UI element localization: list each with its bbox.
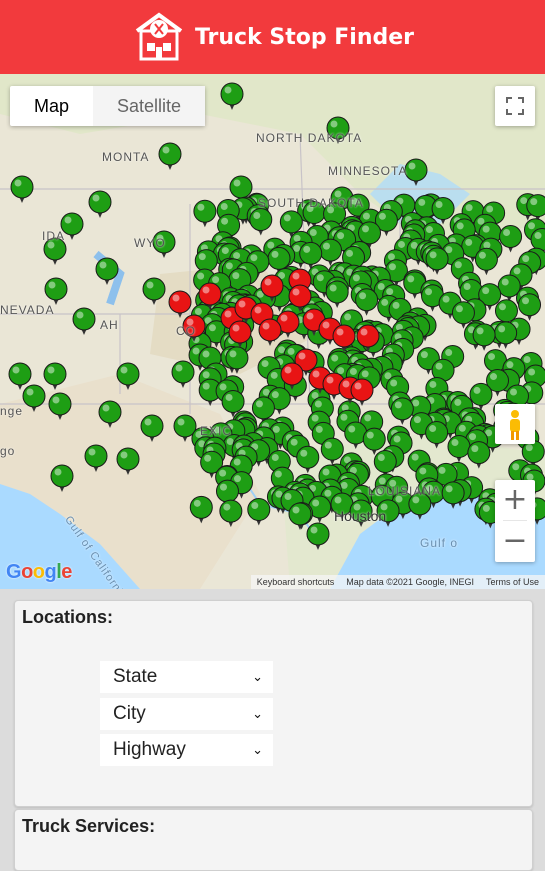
map-type-control: Map Satellite [10,86,206,126]
map-marker-icon[interactable] [158,142,182,170]
map-marker-icon[interactable] [247,498,271,526]
map-marker-icon[interactable] [8,362,32,390]
map-marker-icon[interactable] [142,277,166,305]
label-nevada: NEVADA [0,303,55,317]
label-colorado: CO [176,324,196,338]
map-marker-icon[interactable] [355,288,379,316]
terms-of-use-link[interactable]: Terms of Use [480,575,545,589]
map-marker-icon[interactable] [116,362,140,390]
map-marker-icon[interactable] [526,194,545,222]
map-data-text: Map data ©2021 Google, INEGI [346,577,474,587]
zoom-in-button[interactable]: + [495,480,535,520]
pegman-icon [510,410,520,440]
label-idaho: IDA [42,229,66,243]
label-north-dakota: NORTH DAKOTA [256,131,363,145]
label-houston: Houston [334,508,387,524]
map-marker-icon[interactable] [225,346,249,374]
map-marker-icon[interactable] [189,495,213,524]
map-marker-icon[interactable] [306,522,330,550]
fullscreen-icon [506,97,524,115]
map-marker-icon[interactable] [72,307,96,335]
locations-title: Locations: [22,607,114,627]
map-marker-icon[interactable] [296,445,320,474]
markers-layer [8,82,545,550]
map-marker-icon[interactable] [43,362,67,390]
map-marker-icon[interactable] [404,158,428,186]
map-marker-icon[interactable] [116,447,140,475]
label-montana: MONTA [102,150,150,164]
app-title: Truck Stop Finder [194,24,415,50]
map-marker-icon[interactable] [220,82,244,110]
label-gulf: Gulf o [420,536,459,550]
label-south-dakota: SOUTH DAKOTA [258,196,364,210]
label-wyoming: WYO [134,236,166,250]
locations-panel: Locations: State ⌄ City ⌄ Highway ⌄ [14,600,533,807]
map-marker-icon[interactable] [10,175,34,203]
map-marker-icon[interactable] [193,199,217,228]
truck-services-panel: Truck Services: [14,809,533,871]
map-marker-icon[interactable] [288,502,312,530]
street-view-button[interactable] [495,404,535,444]
map-marker-icon[interactable] [390,397,414,425]
map-marker-icon[interactable] [425,247,449,275]
chevron-down-icon: ⌄ [252,669,263,684]
fullscreen-button[interactable] [495,86,535,126]
truck-stop-logo-icon [135,12,183,61]
map-marker-icon[interactable] [258,318,282,346]
map-marker-icon[interactable] [22,384,46,412]
highway-select-value: Highway [113,739,186,760]
map-marker-icon[interactable] [44,277,68,305]
map-marker-icon[interactable] [219,499,243,528]
map-type-map-button[interactable]: Map [10,86,93,126]
chevron-down-icon: ⌄ [252,706,263,721]
label-arizona: nge [0,404,24,418]
zoom-control: + − [495,480,535,562]
map-marker-icon[interactable] [168,290,192,318]
city-select[interactable]: City ⌄ [100,698,273,730]
city-select-value: City [113,703,146,724]
map-marker-icon[interactable] [320,437,344,466]
zoom-out-button[interactable]: − [495,521,535,561]
map-marker-icon[interactable] [140,414,164,442]
label-utah: AH [100,318,119,332]
map-marker-icon[interactable] [325,280,349,308]
keyboard-shortcuts-link[interactable]: Keyboard shortcuts [251,575,341,589]
map-marker-icon[interactable] [467,441,491,469]
map-marker-icon[interactable] [88,190,112,218]
google-logo[interactable]: Google [6,561,72,584]
map-marker-icon[interactable] [48,392,72,420]
map-marker-icon[interactable] [95,257,119,285]
state-select-value: State [113,666,158,687]
label-diego: go [0,444,16,458]
map-marker-icon[interactable] [249,208,273,236]
map-marker-icon[interactable] [425,421,449,449]
truck-services-title: Truck Services: [22,816,156,836]
chevron-down-icon: ⌄ [252,742,263,757]
label-mexico: EXIC [200,424,233,438]
app-header: Truck Stop Finder [0,0,545,74]
map-attribution: Keyboard shortcuts Map data ©2021 Google… [250,575,545,589]
map-marker-icon[interactable] [474,247,498,276]
map-marker-icon[interactable] [98,400,122,428]
state-select[interactable]: State ⌄ [100,661,273,693]
map-marker-icon[interactable] [50,464,74,492]
label-minnesota: MINNESOTA [328,164,408,178]
highway-select[interactable]: Highway ⌄ [100,734,273,766]
map-marker-icon[interactable] [447,435,471,463]
map-marker-icon[interactable] [518,293,542,321]
map-type-satellite-button[interactable]: Satellite [93,86,206,126]
map-marker-icon[interactable] [171,360,195,388]
label-louisiana: LOUISIANA [368,484,442,498]
map-marker-icon[interactable] [499,225,523,253]
map-marker-icon[interactable] [84,444,108,472]
map-view[interactable]: NORTH DAKOTA SOUTH DAKOTA MONTA MINNESOT… [0,74,545,589]
